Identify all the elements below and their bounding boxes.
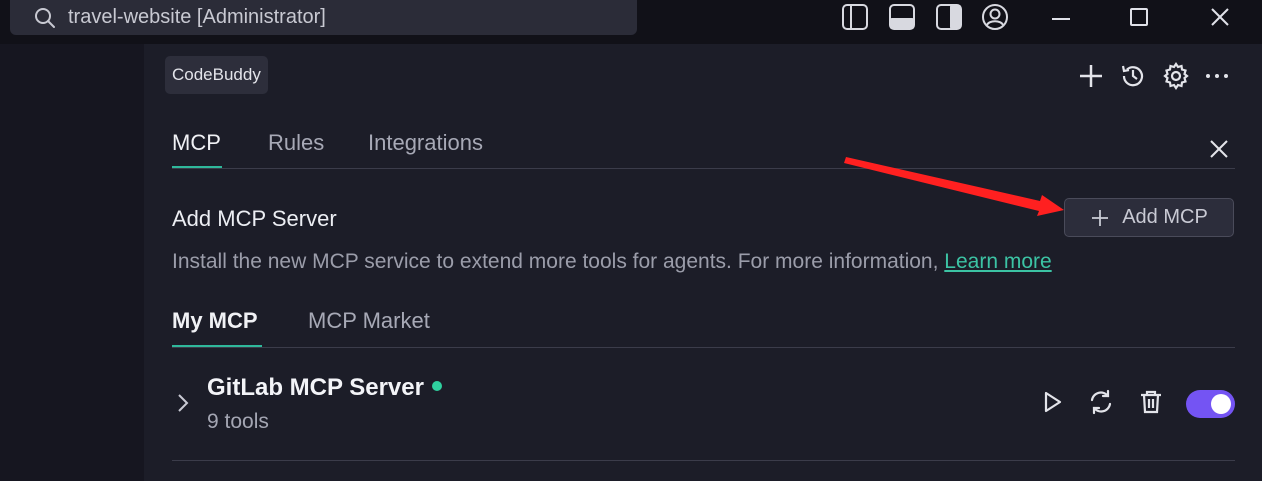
add-mcp-description: Install the new MCP service to extend mo… bbox=[172, 250, 1052, 274]
description-text: Install the new MCP service to extend mo… bbox=[172, 250, 939, 273]
server-name-text: GitLab MCP Server bbox=[207, 374, 424, 401]
add-mcp-server-title: Add MCP Server bbox=[172, 206, 337, 231]
tab-integrations[interactable]: Integrations bbox=[368, 130, 483, 156]
plus-icon bbox=[1090, 208, 1110, 228]
account-icon[interactable] bbox=[980, 2, 1010, 32]
toggle-primary-sidebar-icon[interactable] bbox=[840, 2, 870, 32]
close-icon[interactable] bbox=[1205, 2, 1235, 32]
play-icon[interactable] bbox=[1036, 386, 1068, 418]
tab-rules[interactable]: Rules bbox=[268, 130, 324, 156]
toggle-knob bbox=[1211, 394, 1231, 414]
history-icon[interactable] bbox=[1117, 60, 1149, 92]
toggle-secondary-sidebar-icon[interactable] bbox=[934, 2, 964, 32]
search-text: travel-website [Administrator] bbox=[68, 6, 326, 28]
refresh-icon[interactable] bbox=[1085, 386, 1117, 418]
close-panel-icon[interactable] bbox=[1204, 134, 1234, 164]
add-mcp-button[interactable]: Add MCP bbox=[1064, 198, 1234, 237]
tab-mcp[interactable]: MCP bbox=[172, 130, 221, 156]
chevron-right-icon[interactable] bbox=[174, 392, 192, 414]
toggle-panel-icon[interactable] bbox=[887, 2, 917, 32]
minimize-icon[interactable] bbox=[1046, 2, 1076, 32]
tabs-divider bbox=[172, 168, 1235, 169]
mcp-server-row: GitLab MCP Server 9 tools bbox=[172, 366, 1235, 460]
learn-more-link[interactable]: Learn more bbox=[944, 250, 1051, 273]
plus-icon[interactable] bbox=[1075, 60, 1107, 92]
status-dot-icon bbox=[431, 380, 442, 391]
search-icon bbox=[34, 7, 56, 29]
add-mcp-button-label: Add MCP bbox=[1122, 206, 1208, 228]
maximize-icon[interactable] bbox=[1124, 2, 1154, 32]
server-name: GitLab MCP Server bbox=[207, 374, 442, 402]
server-enable-toggle[interactable] bbox=[1186, 390, 1235, 418]
codebuddy-chip[interactable]: CodeBuddy bbox=[165, 56, 268, 94]
trash-icon[interactable] bbox=[1135, 386, 1167, 418]
command-center-search[interactable]: travel-website [Administrator] bbox=[10, 0, 637, 35]
left-sidebar bbox=[0, 44, 144, 481]
server-tools-count: 9 tools bbox=[207, 410, 269, 433]
row-divider bbox=[172, 460, 1235, 461]
subtabs-divider bbox=[172, 347, 1235, 348]
more-icon[interactable] bbox=[1201, 60, 1233, 92]
gear-icon[interactable] bbox=[1160, 60, 1192, 92]
title-bar: travel-website [Administrator] bbox=[0, 0, 1262, 44]
subtab-mcp-market[interactable]: MCP Market bbox=[308, 308, 430, 334]
subtab-my-mcp[interactable]: My MCP bbox=[172, 308, 258, 334]
